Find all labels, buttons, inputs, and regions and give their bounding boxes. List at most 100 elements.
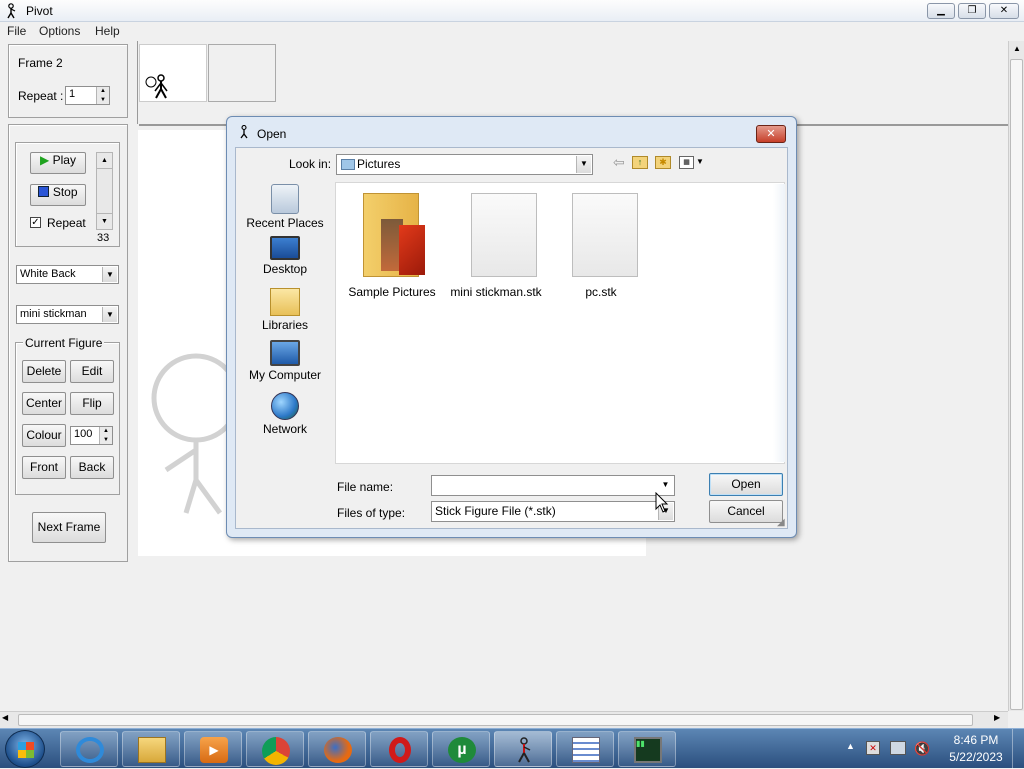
frame-thumbnail-2[interactable] xyxy=(208,44,276,102)
scroll-left-icon[interactable]: ◀ xyxy=(2,713,8,722)
taskbar-app-terminal[interactable]: ▮▮ xyxy=(618,731,676,767)
center-button[interactable]: Center xyxy=(22,392,66,415)
taskbar-app-media[interactable]: ▶ xyxy=(184,731,242,767)
chevron-down-icon[interactable]: ▼ xyxy=(576,156,591,173)
network-tray-icon[interactable] xyxy=(890,741,906,755)
taskbar-app-opera[interactable] xyxy=(370,731,428,767)
computer-icon xyxy=(270,340,300,366)
look-in-select[interactable]: Pictures ▼ xyxy=(336,154,593,175)
slider-up-icon[interactable]: ▲ xyxy=(97,153,112,169)
back-button[interactable]: Back xyxy=(70,456,114,479)
file-name-input[interactable]: ▼ xyxy=(431,475,675,496)
mouse-cursor-icon xyxy=(655,492,669,513)
place-my-computer[interactable]: My Computer xyxy=(240,340,330,382)
network-icon xyxy=(271,392,299,420)
close-button[interactable]: ✕ xyxy=(989,3,1019,19)
restore-button[interactable]: ❐ xyxy=(958,3,986,19)
place-libraries[interactable]: Libraries xyxy=(240,288,330,332)
taskbar-app-ie[interactable] xyxy=(60,731,118,767)
pivot-app-icon xyxy=(240,125,248,139)
colour-spinner[interactable]: 100 ▲ ▼ xyxy=(70,426,113,445)
spin-up-icon[interactable]: ▲ xyxy=(96,87,109,96)
hscrollbar-thumb[interactable] xyxy=(18,714,973,726)
next-frame-button[interactable]: Next Frame xyxy=(32,512,106,543)
desktop-icon xyxy=(270,236,300,260)
scroll-right-icon[interactable]: ▶ xyxy=(994,713,1000,722)
minimize-button[interactable]: ▁ xyxy=(927,3,955,19)
vertical-scrollbar[interactable]: ▲ xyxy=(1008,41,1024,711)
title-bar: Pivot ▁ ❐ ✕ xyxy=(0,0,1024,22)
action-center-icon[interactable]: ✕ xyxy=(866,741,880,755)
file-list[interactable]: Sample Pictures mini stickman.stk pc.stk xyxy=(335,182,785,464)
current-figure-label: Current Figure xyxy=(23,336,105,350)
frame-label: Frame 2 xyxy=(18,56,63,70)
taskbar-app-chrome[interactable] xyxy=(246,731,304,767)
files-of-type-select[interactable]: Stick Figure File (*.stk) ▼ xyxy=(431,501,675,522)
spin-down-icon[interactable]: ▼ xyxy=(99,435,112,444)
play-button[interactable]: ▶ Play xyxy=(30,152,86,174)
resize-grip-icon[interactable]: ◢ xyxy=(777,517,785,528)
repeat-check-label: Repeat xyxy=(47,216,86,230)
file-list-edge xyxy=(773,184,785,462)
chevron-down-icon[interactable]: ▼ xyxy=(102,267,117,282)
delete-button[interactable]: Delete xyxy=(22,360,66,383)
clock[interactable]: 8:46 PM 5/22/2023 xyxy=(944,733,1008,764)
file-explorer-icon xyxy=(138,737,166,763)
file-item-sample-pictures[interactable]: Sample Pictures xyxy=(340,189,444,299)
clock-time: 8:46 PM xyxy=(953,733,999,747)
pictures-folder-icon xyxy=(341,159,355,170)
repeat-checkbox[interactable]: ✓ xyxy=(30,217,41,228)
place-network[interactable]: Network xyxy=(240,392,330,436)
cancel-button[interactable]: Cancel xyxy=(709,500,783,523)
dialog-close-button[interactable]: ✕ xyxy=(756,125,786,143)
chevron-down-icon[interactable]: ▼ xyxy=(102,307,117,322)
taskbar-app-pivot[interactable] xyxy=(494,731,552,767)
speed-value: 33 xyxy=(97,232,110,244)
place-recent-places[interactable]: Recent Places xyxy=(240,184,330,230)
folder-icon xyxy=(359,189,425,279)
horizontal-scrollbar[interactable]: ◀ ▶ xyxy=(0,711,1008,728)
background-select[interactable]: White Back ▼ xyxy=(16,265,119,284)
menu-options[interactable]: Options xyxy=(39,24,80,38)
tray-expand-icon[interactable]: ▲ xyxy=(846,741,855,751)
play-icon: ▶ xyxy=(40,153,50,167)
edit-button[interactable]: Edit xyxy=(70,360,114,383)
taskbar-app-firefox[interactable] xyxy=(308,731,366,767)
menu-help[interactable]: Help xyxy=(95,24,120,38)
chevron-down-icon[interactable]: ▼ xyxy=(696,157,704,166)
menu-bar: File Options Help xyxy=(0,22,1024,41)
volume-muted-icon[interactable]: 🔇 xyxy=(914,741,930,757)
stop-button[interactable]: Stop xyxy=(30,184,86,206)
show-desktop-button[interactable] xyxy=(1012,729,1024,769)
spin-down-icon[interactable]: ▼ xyxy=(96,95,109,104)
utorrent-icon: µ xyxy=(448,737,476,763)
frame-thumbnail-1[interactable] xyxy=(139,44,207,102)
flip-button[interactable]: Flip xyxy=(70,392,114,415)
spin-up-icon[interactable]: ▲ xyxy=(99,427,112,436)
taskbar-app-utorrent[interactable]: µ xyxy=(432,731,490,767)
repeat-spinner[interactable]: 1 ▲ ▼ xyxy=(65,86,110,105)
file-item-mini-stickman[interactable]: mini stickman.stk xyxy=(444,189,548,299)
speed-slider[interactable]: ▲ ▼ xyxy=(96,152,113,230)
terminal-icon: ▮▮ xyxy=(634,737,662,763)
up-folder-icon[interactable]: ↑ xyxy=(632,156,648,169)
recent-places-icon xyxy=(271,184,299,214)
new-folder-icon[interactable]: ✱ xyxy=(655,156,671,169)
open-button[interactable]: Open xyxy=(709,473,783,496)
start-button[interactable] xyxy=(5,730,45,768)
menu-file[interactable]: File xyxy=(7,24,26,38)
opera-icon xyxy=(389,737,411,763)
front-button[interactable]: Front xyxy=(22,456,66,479)
scroll-up-icon[interactable]: ▲ xyxy=(1009,41,1024,57)
view-menu-icon[interactable]: ▦ xyxy=(679,156,694,169)
back-icon[interactable]: ⇦ xyxy=(613,154,625,171)
scrollbar-thumb[interactable] xyxy=(1010,59,1023,710)
colour-button[interactable]: Colour xyxy=(22,424,66,447)
list-app-icon xyxy=(572,737,600,763)
place-desktop[interactable]: Desktop xyxy=(240,236,330,276)
taskbar-app-explorer[interactable] xyxy=(122,731,180,767)
file-item-pc[interactable]: pc.stk xyxy=(549,189,653,299)
figure-select[interactable]: mini stickman ▼ xyxy=(16,305,119,324)
slider-down-icon[interactable]: ▼ xyxy=(97,213,112,229)
taskbar-app-list[interactable] xyxy=(556,731,614,767)
